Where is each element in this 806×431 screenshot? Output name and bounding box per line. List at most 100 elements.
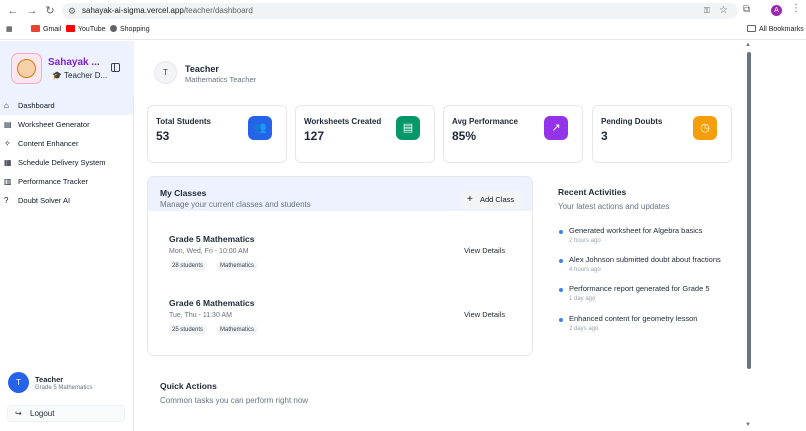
user-avatar[interactable]: T (8, 372, 29, 393)
scroll-up-icon[interactable]: ▲ (745, 42, 751, 48)
document-icon: ▤ (396, 116, 420, 140)
bookmark-youtube[interactable]: YouTube (66, 25, 106, 35)
url-path: /teacher/dashboard (183, 6, 253, 15)
activity-text: Enhanced content for geometry lesson (569, 314, 698, 323)
activity-text: Generated worksheet for Algebra basics (569, 226, 703, 235)
class-name: Grade 5 Mathematics (169, 234, 255, 244)
view-details-button[interactable]: View Details (464, 310, 505, 319)
stat-value: 127 (304, 129, 325, 143)
scrollbar-thumb[interactable] (747, 52, 751, 369)
brand-logo (11, 53, 42, 84)
logout-icon: ↪ (15, 409, 22, 418)
my-classes-title: My Classes (160, 188, 207, 198)
my-classes-header: My Classes Manage your current classes a… (148, 177, 532, 211)
activity-text: Alex Johnson submitted doubt about fract… (569, 255, 721, 264)
globe-icon (110, 25, 117, 32)
browser-menu-icon[interactable]: ⋮ (791, 3, 801, 14)
teacher-avatar[interactable]: T (154, 61, 177, 84)
address-bar[interactable]: ⚙ sahayak-ai-sigma.vercel.app/teacher/da… (62, 3, 738, 19)
stat-card-pending-doubts[interactable]: Pending Doubts 3 ◷ (592, 105, 732, 163)
brand-subtitle: 🎓 Teacher D... (52, 71, 108, 80)
activity-dot (559, 259, 563, 263)
brand-title: Sahayak ... (48, 57, 100, 68)
scroll-down-icon[interactable]: ▼ (745, 422, 751, 428)
users-icon: 👥 (248, 116, 272, 140)
sparkles-icon: ✧ (4, 139, 11, 148)
youtube-icon (66, 25, 75, 32)
stat-card-worksheets-created[interactable]: Worksheets Created 127 ▤ (295, 105, 435, 163)
clock-icon: ◷ (693, 116, 717, 140)
sidebar-item-content-enhancer[interactable]: ✧ Content Enhancer (0, 135, 133, 153)
site-info-icon[interactable]: ⚙ (68, 3, 76, 19)
password-key-icon[interactable]: ⚿ (704, 3, 710, 19)
calendar-icon: ▦ (4, 158, 12, 167)
my-classes-subtitle: Manage your current classes and students (160, 200, 311, 209)
sidebar-item-performance-tracker[interactable]: ▥ Performance Tracker (0, 173, 133, 191)
apps-grid-icon[interactable]: ▦ (6, 25, 13, 35)
house-icon: ⌂ (4, 101, 9, 110)
recent-activities-subtitle: Your latest actions and updates (558, 202, 670, 211)
forward-icon[interactable]: → (25, 4, 39, 18)
activity-dot (559, 288, 563, 292)
activity-time: 2 hours ago (569, 238, 601, 244)
profile-avatar[interactable]: A (771, 5, 782, 16)
user-name: Teacher (35, 375, 64, 384)
plus-icon: + (467, 194, 473, 205)
stat-card-total-students[interactable]: Total Students 53 👥 (147, 105, 287, 163)
sidebar-item-doubt-solver[interactable]: ? Doubt Solver AI (0, 192, 133, 210)
brand-header: Sahayak ... 🎓 Teacher D... (0, 41, 134, 97)
stat-card-avg-performance[interactable]: Avg Performance 85% ↗ (443, 105, 583, 163)
class-name: Grade 6 Mathematics (169, 298, 255, 308)
sidebar-item-worksheet-generator[interactable]: ▤ Worksheet Generator (0, 116, 133, 134)
document-icon: ▤ (4, 120, 12, 129)
user-role: Grade 5 Mathematics (35, 385, 93, 391)
teacher-role: Mathematics Teacher (185, 75, 257, 84)
main-content: T Teacher Mathematics Teacher Total Stud… (135, 41, 744, 431)
sidebar-toggle-icon[interactable] (111, 63, 120, 72)
reload-icon[interactable]: ↻ (43, 4, 57, 18)
students-chip: 28 students (169, 261, 207, 271)
activity-time: 4 hours ago (569, 267, 601, 273)
bookmark-star-icon[interactable]: ☆ (719, 3, 728, 19)
activity-dot (559, 230, 563, 234)
question-icon: ? (4, 196, 9, 205)
sidebar-item-dashboard[interactable]: ⌂ Dashboard (0, 97, 133, 115)
bookmark-gmail[interactable]: Gmail (31, 25, 61, 35)
subject-chip: Mathematics (217, 261, 258, 271)
quick-actions-title: Quick Actions (160, 381, 217, 391)
trending-up-icon: ↗ (544, 116, 568, 140)
bookmark-shopping[interactable]: Shopping (110, 25, 150, 35)
quick-actions-subtitle: Common tasks you can perform right now (160, 396, 309, 405)
teacher-name: Teacher (185, 64, 219, 74)
activity-time: 2 days ago (569, 326, 599, 332)
sidebar-item-schedule-delivery[interactable]: ▦ Schedule Delivery System (0, 154, 133, 172)
gmail-icon (31, 25, 40, 32)
stat-label: Worksheets Created (304, 117, 382, 126)
stat-value: 85% (452, 129, 477, 143)
class-schedule: Mon, Wed, Fri - 10:00 AM (169, 248, 249, 255)
bar-chart-icon: ▥ (4, 177, 12, 186)
stat-label: Avg Performance (452, 117, 518, 126)
subject-chip: Mathematics (217, 325, 258, 335)
stat-value: 53 (156, 129, 170, 143)
sidebar: Sahayak ... 🎓 Teacher D... ⌂ Dashboard ▤ W… (0, 41, 134, 431)
view-details-button[interactable]: View Details (464, 246, 505, 255)
all-bookmarks[interactable]: All Bookmarks (747, 25, 804, 35)
folder-icon (747, 25, 756, 32)
logout-button[interactable]: ↪ Logout (7, 405, 125, 422)
browser-chrome: ← → ↻ ⚙ sahayak-ai-sigma.vercel.app/teac… (0, 0, 806, 40)
add-class-button[interactable]: + Add Class (460, 191, 522, 209)
my-classes-card: My Classes Manage your current classes a… (147, 176, 533, 356)
stat-label: Total Students (156, 117, 211, 126)
activity-text: Performance report generated for Grade 5 (569, 284, 710, 293)
activity-dot (559, 318, 563, 322)
stat-label: Pending Doubts (601, 117, 663, 126)
class-schedule: Tue, Thu - 11:30 AM (169, 312, 232, 319)
url-host: sahayak-ai-sigma.vercel.app (82, 6, 184, 15)
back-icon[interactable]: ← (6, 4, 20, 18)
stat-value: 3 (601, 129, 608, 143)
recent-activities-title: Recent Activities (558, 187, 627, 197)
students-chip: 25 students (169, 325, 207, 335)
extensions-icon[interactable]: ⧉ (743, 4, 750, 15)
activity-time: 1 day ago (569, 296, 596, 302)
